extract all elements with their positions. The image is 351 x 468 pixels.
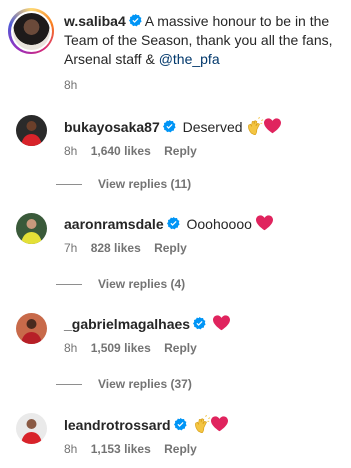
reply-button[interactable]: Reply bbox=[164, 144, 197, 158]
avatar-photo bbox=[16, 213, 47, 244]
verified-badge-icon bbox=[173, 418, 187, 431]
avatar-photo bbox=[12, 12, 50, 50]
view-replies-label: View replies (4) bbox=[98, 277, 186, 291]
comment-time: 7h bbox=[64, 241, 78, 255]
post-caption: w.saliba4 A massive honour to be in the T… bbox=[64, 12, 350, 69]
verified-badge-icon bbox=[166, 217, 180, 230]
comment-username[interactable]: aaronramsdale bbox=[64, 216, 164, 232]
clap-icon bbox=[195, 415, 211, 433]
avatar-photo bbox=[16, 313, 47, 344]
post-time: 8h bbox=[64, 78, 78, 92]
view-replies-button[interactable]: View replies (11) bbox=[56, 177, 191, 191]
divider bbox=[56, 284, 82, 286]
divider bbox=[56, 384, 82, 386]
avatar-photo bbox=[16, 115, 47, 146]
likes-count[interactable]: 1,640 likes bbox=[91, 144, 151, 158]
divider bbox=[56, 184, 82, 186]
avatar-photo bbox=[16, 413, 47, 444]
reply-button[interactable]: Reply bbox=[164, 442, 197, 456]
comment-time: 8h bbox=[64, 341, 78, 355]
comment-username[interactable]: _gabrielmagalhaes bbox=[64, 316, 190, 332]
view-replies-button[interactable]: View replies (4) bbox=[56, 277, 185, 291]
likes-count[interactable]: 828 likes bbox=[91, 241, 141, 255]
avatar[interactable] bbox=[16, 115, 47, 146]
reply-button[interactable]: Reply bbox=[154, 241, 187, 255]
heart-icon bbox=[255, 215, 273, 231]
avatar[interactable] bbox=[16, 213, 47, 244]
post-author-avatar[interactable] bbox=[8, 8, 54, 54]
reply-button[interactable]: Reply bbox=[164, 341, 197, 355]
clap-icon bbox=[248, 117, 264, 135]
view-replies-label: View replies (11) bbox=[98, 177, 192, 191]
heart-icon bbox=[264, 118, 282, 134]
view-replies-button[interactable]: View replies (37) bbox=[56, 377, 192, 391]
comment-time: 8h bbox=[64, 144, 78, 158]
mention-link[interactable]: @the_pfa bbox=[159, 51, 220, 67]
comment-text: Ooohoooo bbox=[186, 216, 252, 232]
heart-icon bbox=[211, 416, 229, 432]
likes-count[interactable]: 1,153 likes bbox=[91, 442, 151, 456]
post-username[interactable]: w.saliba4 bbox=[64, 13, 126, 29]
comment-username[interactable]: leandrotrossard bbox=[64, 417, 171, 433]
avatar[interactable] bbox=[16, 413, 47, 444]
comment-time: 8h bbox=[64, 442, 78, 456]
likes-count[interactable]: 1,509 likes bbox=[91, 341, 151, 355]
avatar[interactable] bbox=[16, 313, 47, 344]
verified-badge-icon bbox=[162, 120, 176, 133]
comment-text: Deserved bbox=[182, 119, 243, 135]
view-replies-label: View replies (37) bbox=[98, 377, 192, 391]
verified-badge-icon bbox=[193, 317, 206, 330]
heart-icon bbox=[212, 315, 230, 331]
comment-username[interactable]: bukayosaka87 bbox=[64, 119, 160, 135]
verified-badge-icon bbox=[128, 14, 142, 27]
